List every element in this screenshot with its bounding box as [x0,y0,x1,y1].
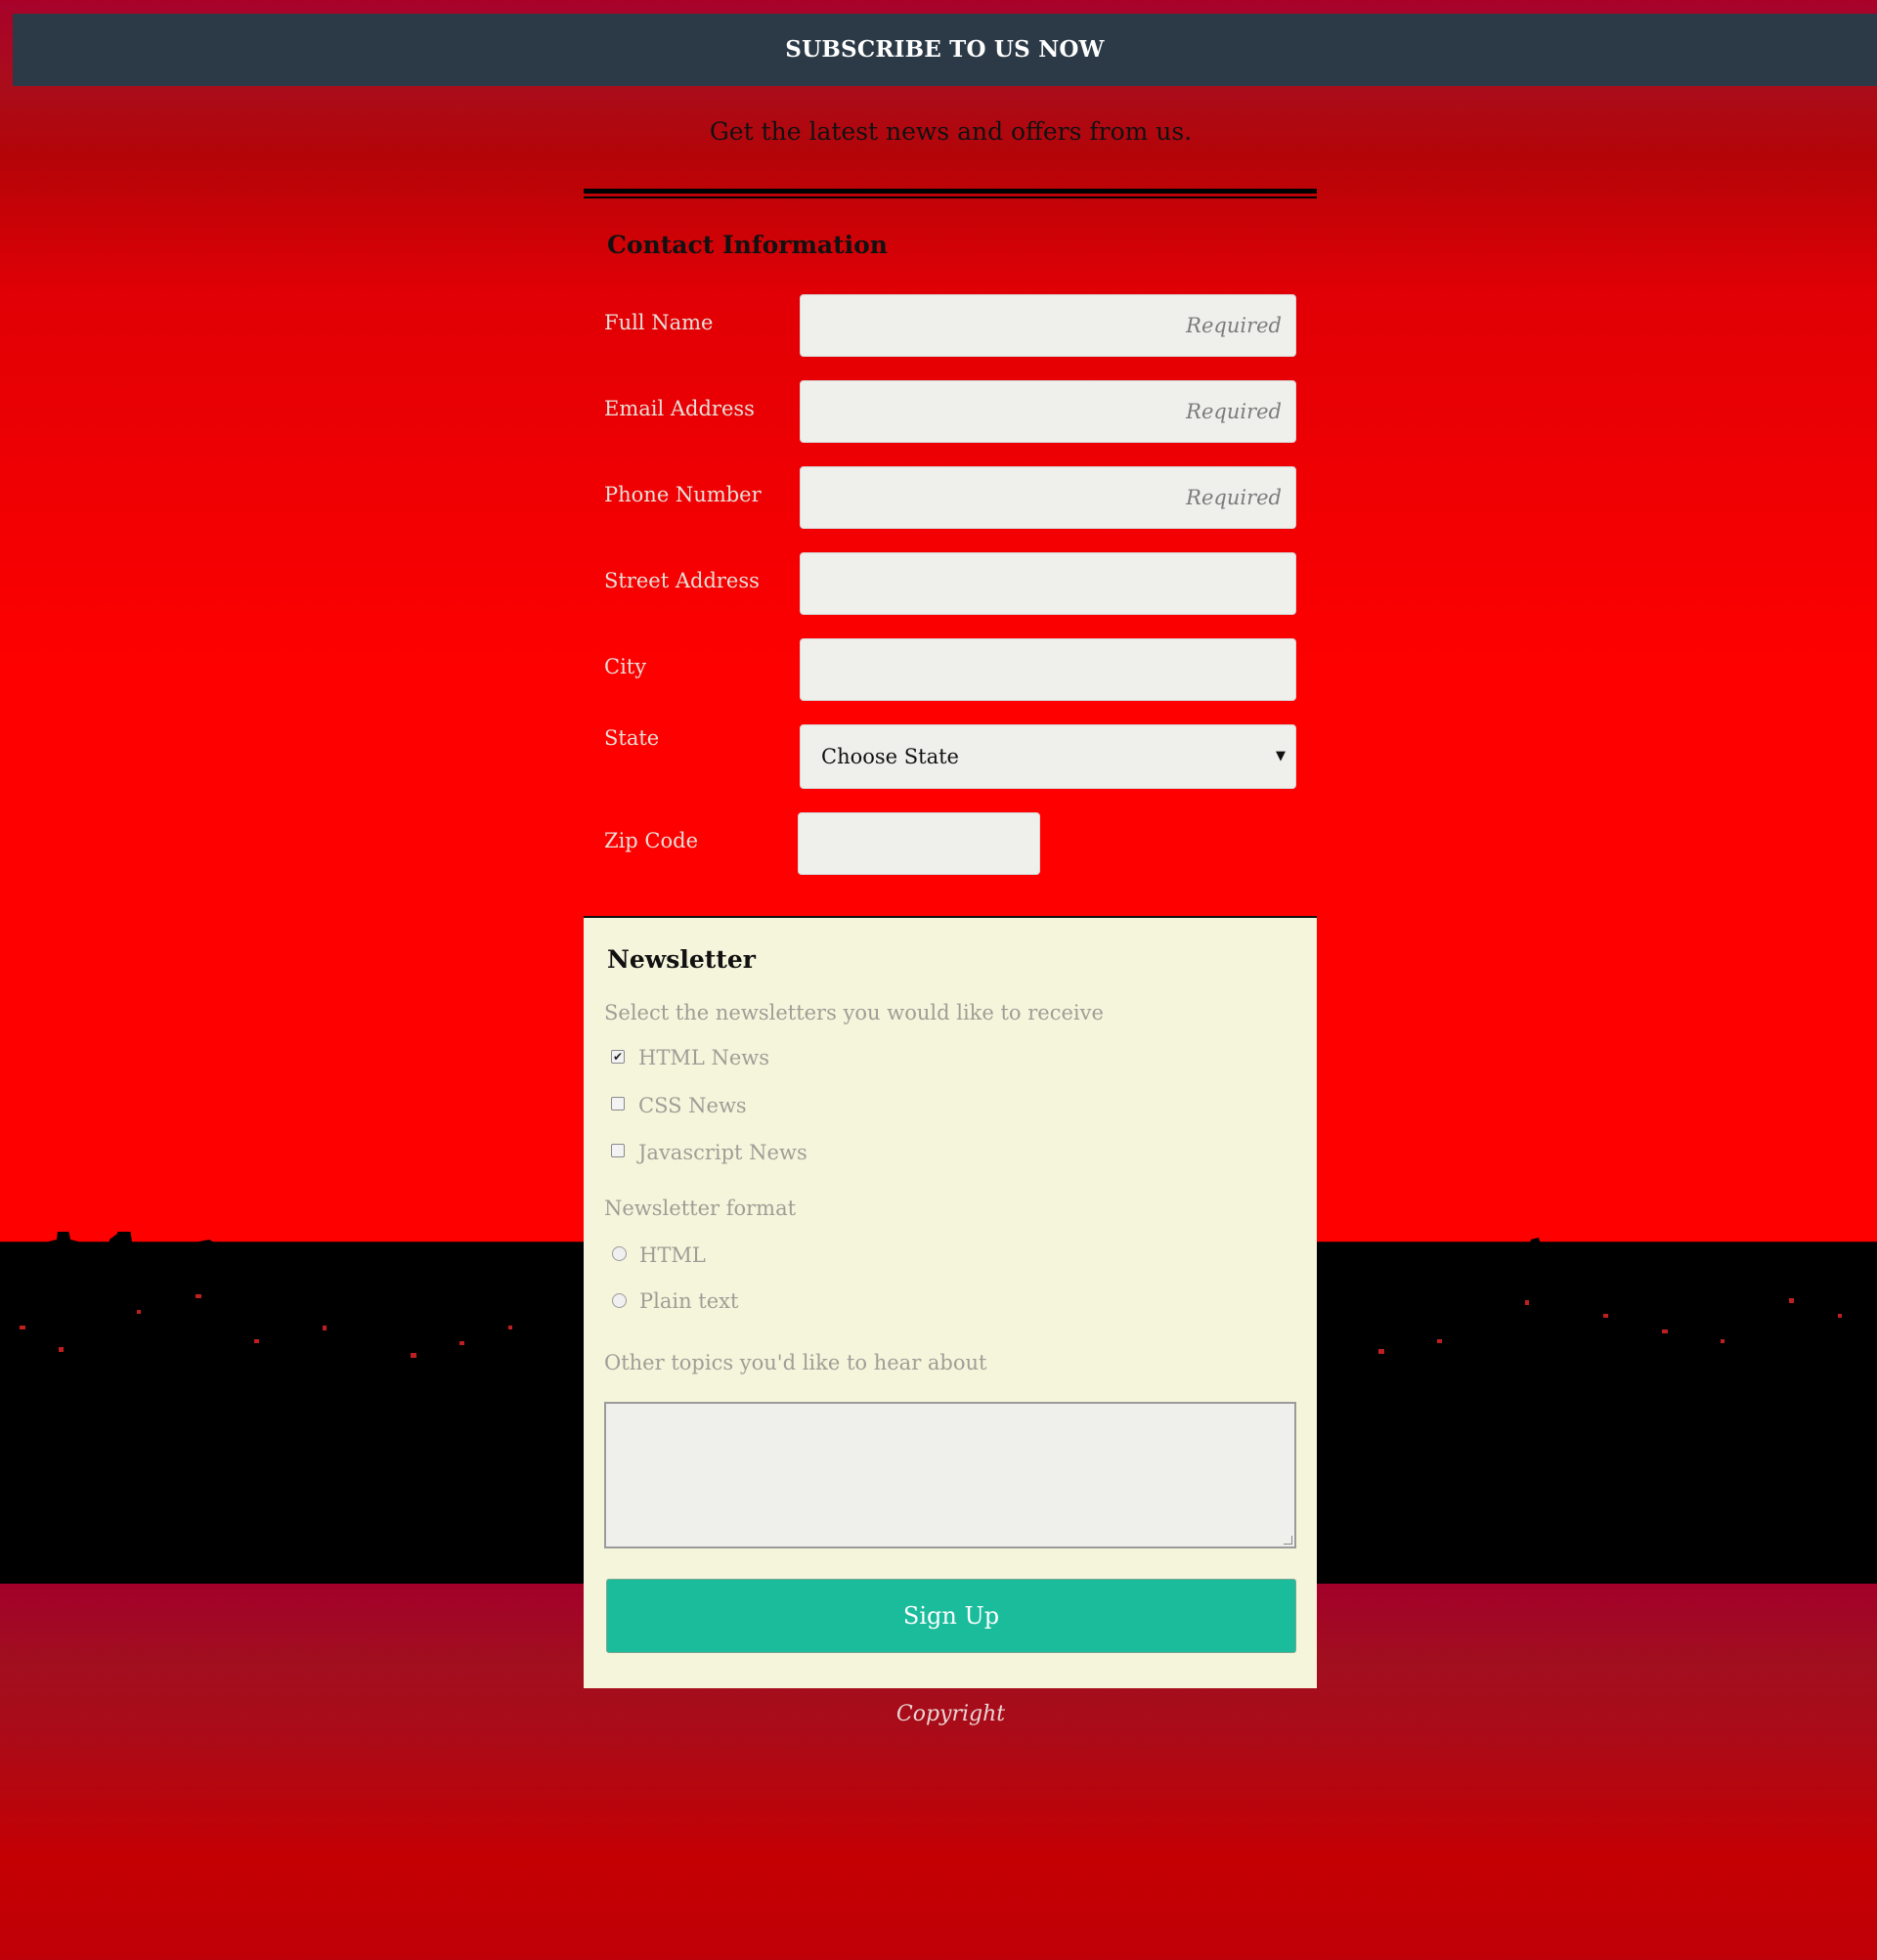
dropdown-arrow-icon: ▼ [1276,749,1286,763]
city-label: City [604,655,647,678]
contact-info-legend: Contact Information [607,231,888,259]
email-input[interactable]: Required [800,380,1296,443]
css-news-checkbox[interactable] [611,1097,625,1111]
full-name-placeholder: Required [1186,314,1282,337]
resize-grip-icon[interactable] [1284,1536,1292,1545]
format-plain-text-label[interactable]: Plain text [639,1289,738,1313]
format-plain-text-radio[interactable] [612,1293,627,1308]
email-label: Email Address [604,397,755,420]
other-topics-textarea[interactable] [604,1402,1296,1548]
phone-placeholder: Required [1186,486,1282,509]
newsletter-legend: Newsletter [607,945,756,974]
email-placeholder: Required [1186,400,1282,423]
state-selected-value: Choose State [821,745,959,768]
street-address-label: Street Address [604,569,760,592]
page-banner-title: SUBSCRIBE TO US NOW [13,14,1877,86]
format-html-radio[interactable] [612,1246,627,1261]
html-news-label[interactable]: HTML News [638,1046,769,1069]
other-topics-prompt: Other topics you'd like to hear about [604,1351,987,1374]
full-name-label: Full Name [604,311,714,334]
format-html-label[interactable]: HTML [639,1243,706,1267]
css-news-label[interactable]: CSS News [638,1094,747,1117]
full-name-input[interactable]: Required [800,294,1296,357]
javascript-news-checkbox[interactable] [611,1144,625,1157]
sign-up-button[interactable]: Sign Up [606,1579,1296,1653]
state-label: State [604,726,660,750]
newsletter-panel: Newsletter Select the newsletters you wo… [584,916,1317,1688]
divider-line-thick [584,189,1317,194]
newsletter-format-prompt: Newsletter format [604,1197,797,1220]
html-news-checkbox[interactable]: ✔ [611,1050,625,1064]
phone-input[interactable]: Required [800,466,1296,529]
state-select[interactable]: Choose State ▼ [800,724,1296,789]
phone-label: Phone Number [604,483,762,506]
city-input[interactable] [800,638,1296,701]
divider-line-thin [584,196,1317,198]
zip-code-input[interactable] [798,812,1040,875]
section-divider [584,189,1317,198]
zip-code-label: Zip Code [604,829,699,852]
newsletter-select-prompt: Select the newsletters you would like to… [604,1001,1104,1024]
page-tagline: Get the latest news and offers from us. [709,117,1193,146]
javascript-news-label[interactable]: Javascript News [638,1141,808,1164]
street-address-input[interactable] [800,552,1296,615]
copyright-text: Copyright [895,1702,1006,1726]
